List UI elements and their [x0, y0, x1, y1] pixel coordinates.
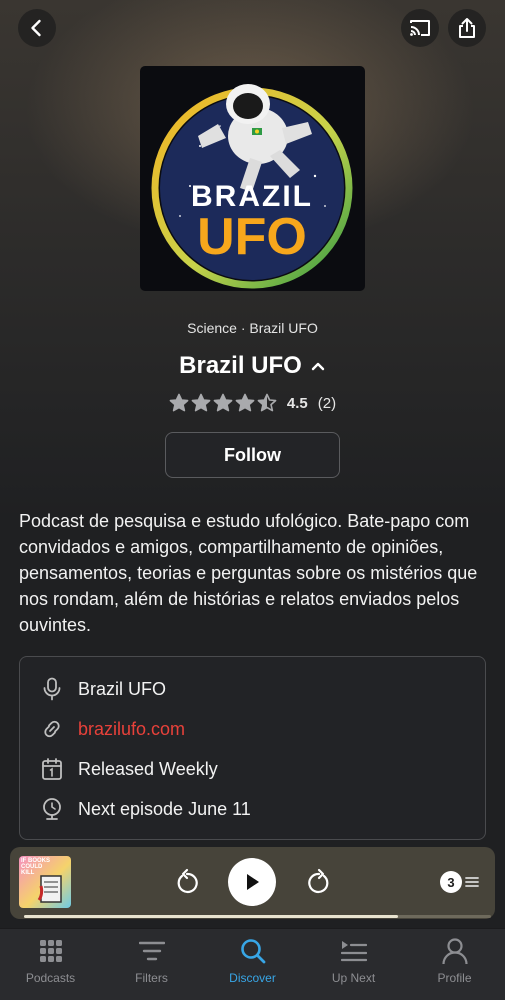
calendar-icon: [40, 757, 64, 781]
star-icon: [191, 393, 211, 412]
skip-forward-icon: [308, 868, 329, 894]
skip-back-icon: [177, 868, 198, 894]
up-next-icon: [339, 937, 369, 965]
podcast-artwork: BRAZIL UFO: [140, 66, 365, 291]
tab-up-next[interactable]: Up Next: [303, 929, 404, 1000]
rating[interactable]: 4.5 (2): [0, 393, 505, 413]
rating-stars: [169, 393, 277, 413]
info-schedule-row: Released Weekly: [40, 754, 218, 784]
link-icon: [40, 717, 64, 741]
grid-icon: [36, 937, 66, 965]
play-icon: [247, 874, 259, 890]
cast-icon: [410, 20, 430, 36]
artwork-title-line2: UFO: [197, 208, 307, 266]
cast-button[interactable]: [401, 9, 439, 47]
tab-podcasts[interactable]: Podcasts: [0, 929, 101, 1000]
rating-count: (2): [317, 394, 337, 412]
queue-count-badge: 3: [440, 871, 462, 893]
info-next-episode-row: Next episode June 11: [40, 794, 251, 824]
star-icon: [169, 393, 189, 412]
info-author-row: Brazil UFO: [40, 674, 166, 704]
queue-list-icon: [465, 877, 479, 887]
tab-filters[interactable]: Filters: [101, 929, 202, 1000]
playback-progress-fill: [24, 915, 398, 918]
microphone-icon: [40, 677, 64, 701]
tab-discover[interactable]: Discover: [202, 929, 303, 1000]
playback-progress-bar[interactable]: [24, 915, 491, 918]
tab-label: Profile: [437, 971, 472, 985]
tab-label: Podcasts: [25, 971, 76, 985]
info-next-episode: Next episode June 11: [78, 798, 251, 819]
chevron-left-icon: [31, 19, 41, 37]
star-icon: [235, 393, 255, 412]
info-author: Brazil UFO: [78, 678, 167, 699]
chevron-up-icon: [311, 362, 325, 371]
play-button[interactable]: [228, 858, 276, 906]
title-row[interactable]: Brazil UFO: [0, 352, 505, 380]
tab-label: Up Next: [331, 971, 376, 985]
info-schedule: Released Weekly: [78, 758, 218, 779]
tab-label: Filters: [135, 971, 168, 985]
search-icon: [238, 937, 268, 965]
tab-profile[interactable]: Profile: [404, 929, 505, 1000]
skip-back-button[interactable]: [174, 868, 200, 901]
mini-player-artwork[interactable]: IF BOOKS COULD KILL: [19, 856, 71, 908]
queue-button[interactable]: 3: [440, 871, 479, 893]
podcast-title: Brazil UFO: [179, 352, 302, 379]
info-card: Brazil UFO brazilufo.com Released Weekly: [19, 656, 486, 840]
star-icon: [257, 393, 277, 412]
person-icon: [440, 937, 470, 965]
clock-stand-icon: [40, 797, 64, 821]
tab-label: Discover: [229, 971, 276, 985]
follow-button[interactable]: Follow: [165, 432, 340, 478]
filter-icon: [137, 937, 167, 965]
podcast-category[interactable]: Science · Brazil UFO: [0, 320, 505, 336]
share-icon: [459, 18, 475, 38]
podcast-description: Podcast de pesquisa e estudo ufológico. …: [19, 511, 478, 635]
mini-player[interactable]: IF BOOKS COULD KILL 3: [10, 847, 495, 919]
star-icon: [213, 393, 233, 412]
info-website-link[interactable]: brazilufo.com: [78, 719, 185, 740]
share-button[interactable]: [448, 9, 486, 47]
back-button[interactable]: [18, 9, 56, 47]
tab-bar: Podcasts Filters Discover Up Next Profil…: [0, 928, 505, 1000]
info-website-row[interactable]: brazilufo.com: [40, 714, 185, 744]
rating-value: 4.5: [286, 394, 308, 412]
skip-forward-button[interactable]: [306, 868, 332, 901]
